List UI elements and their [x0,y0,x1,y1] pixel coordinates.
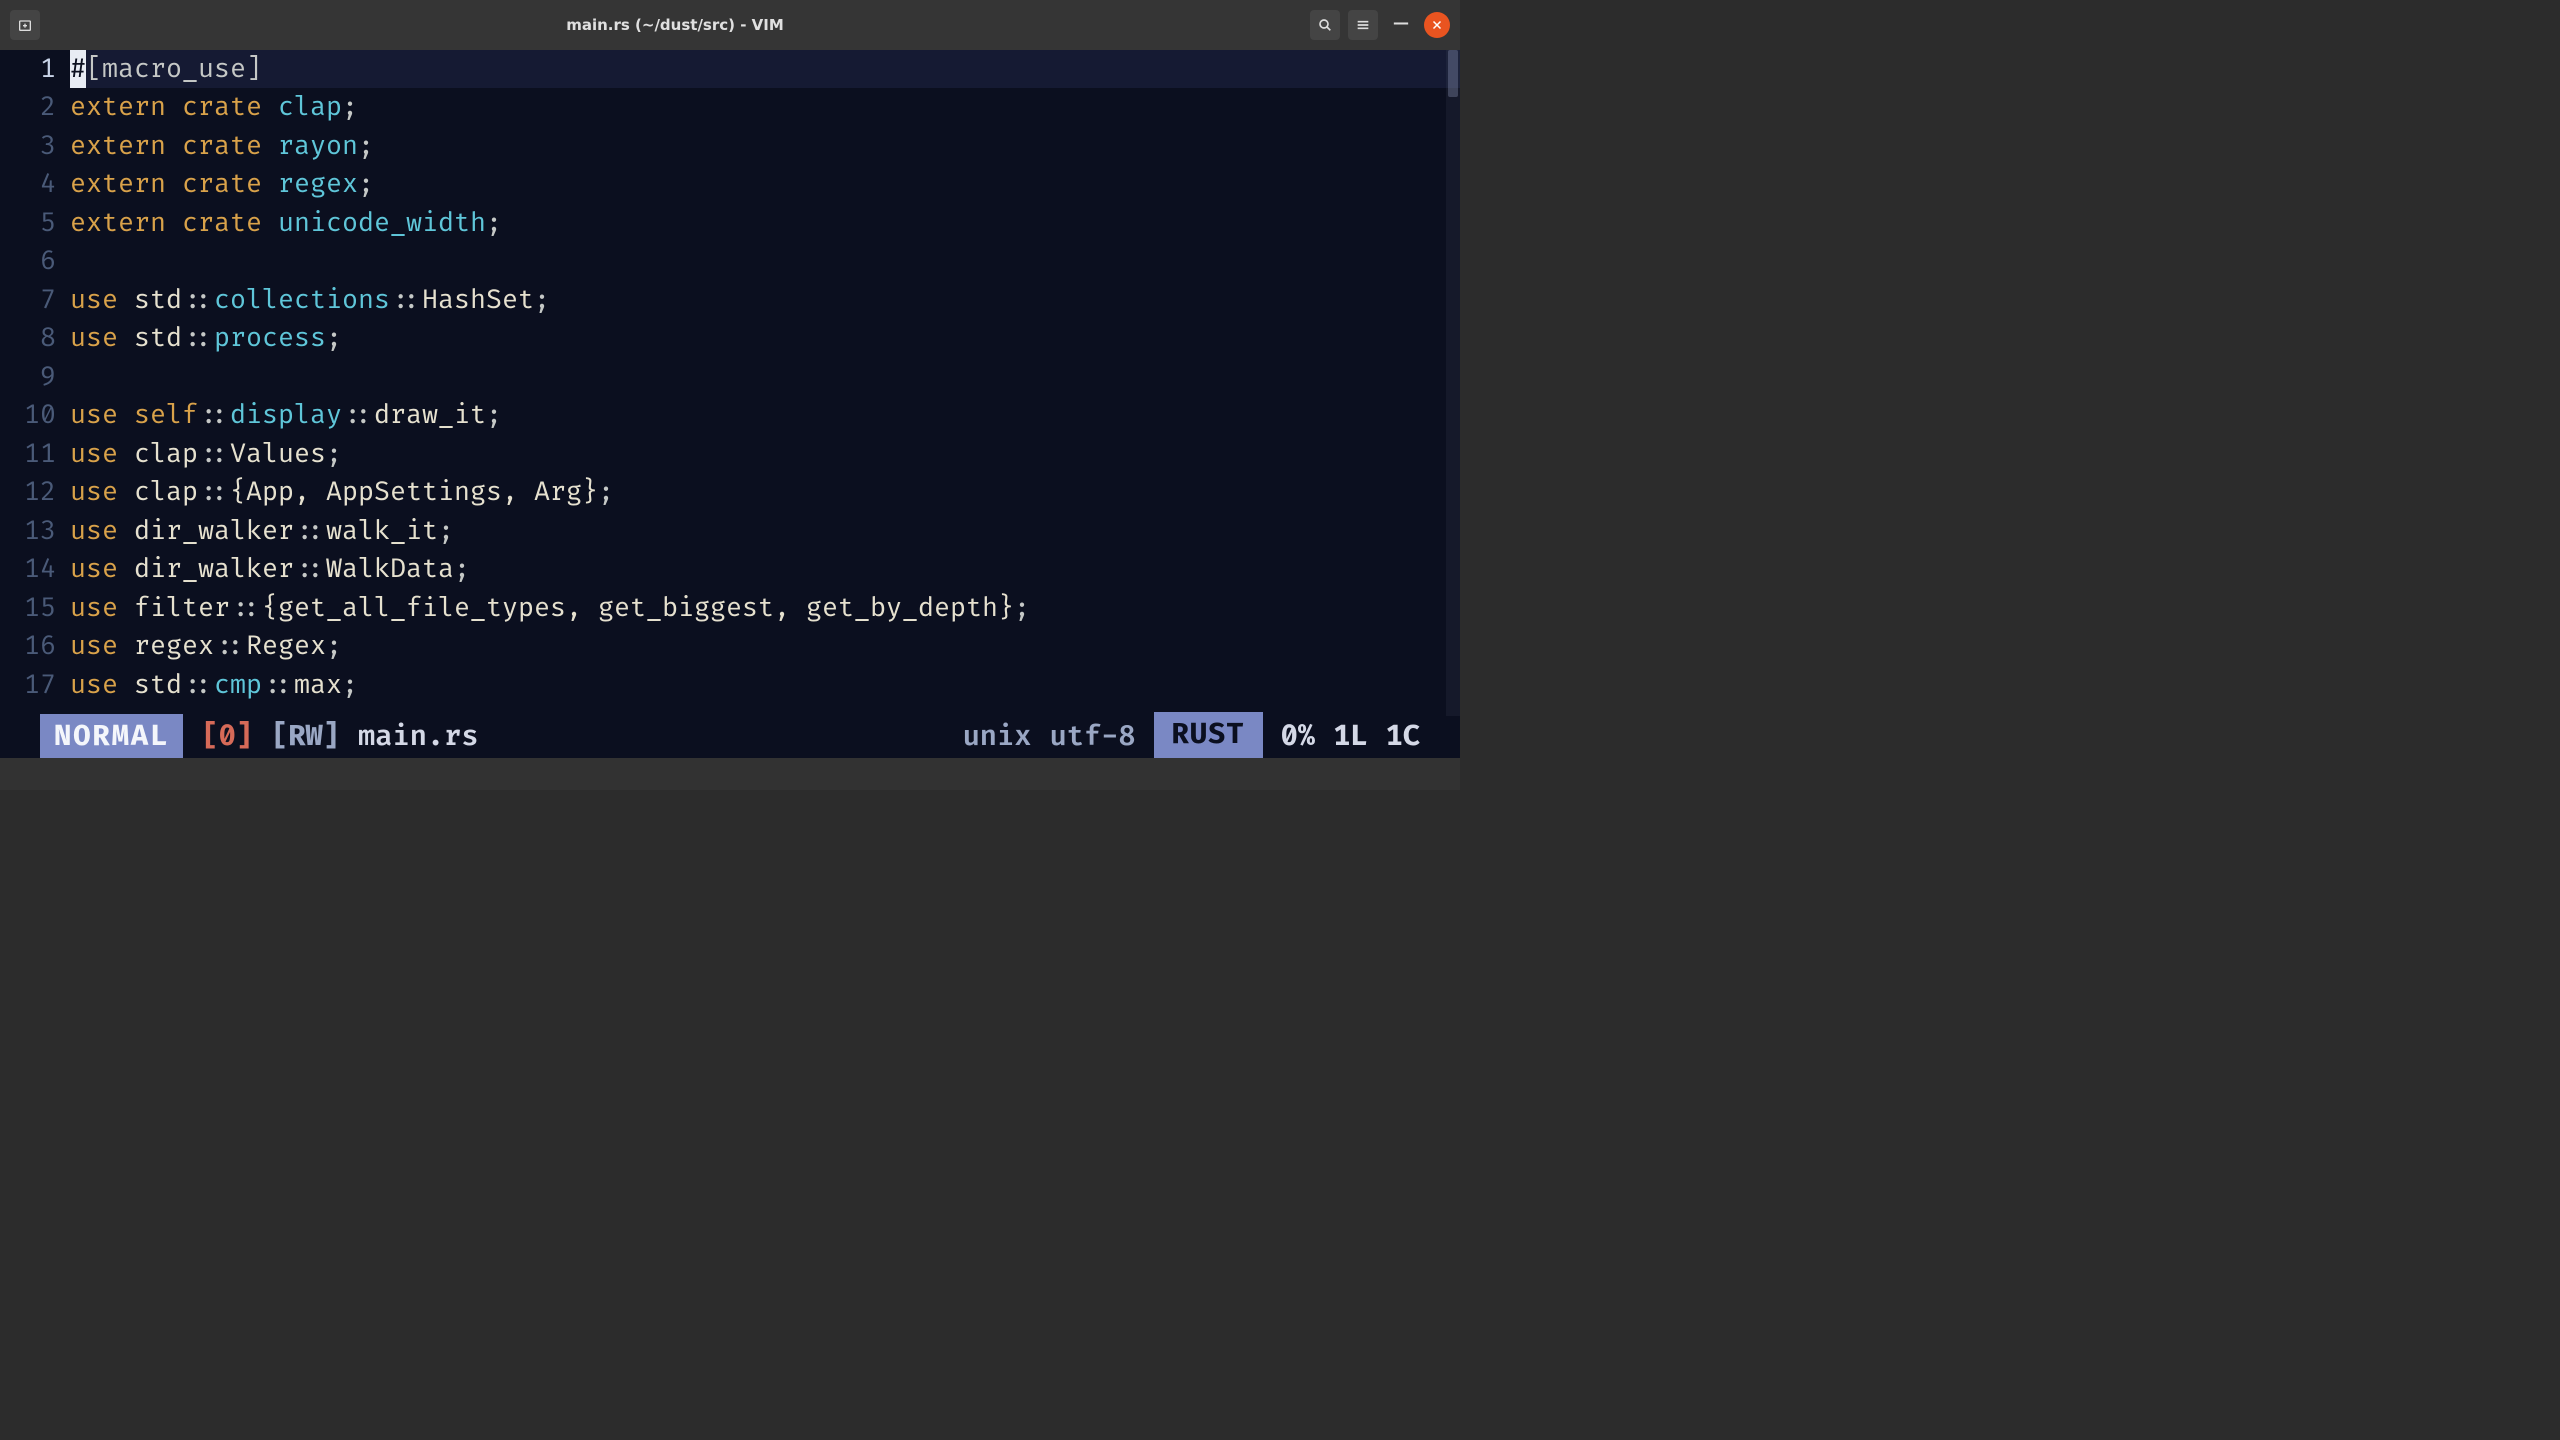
new-tab-button[interactable] [10,10,40,40]
code-line[interactable]: use dir_walker::WalkData; [70,550,1460,588]
menu-button[interactable] [1348,10,1378,40]
sl-col: 1C [1386,716,1420,757]
line-number: 16 [0,627,56,665]
code-line[interactable] [70,242,1460,280]
minimize-button[interactable]: — [1386,10,1416,40]
code-line[interactable]: extern crate rayon; [70,127,1460,165]
line-number: 5 [0,204,56,242]
line-number: 17 [0,666,56,704]
editor-area[interactable]: 1234567891011121314151617 #[macro_use]ex… [0,50,1460,758]
code-line[interactable]: extern crate clap; [70,88,1460,126]
code-line[interactable]: use dir_walker::walk_it; [70,512,1460,550]
sl-encoding: utf-8 [1050,716,1136,757]
line-number: 6 [0,242,56,280]
line-number: 10 [0,396,56,434]
vim-window: main.rs (~/dust/src) - VIM — 12345678 [0,0,1460,790]
sl-line: 1L [1333,716,1367,757]
vertical-scrollbar[interactable] [1446,50,1460,716]
line-number: 12 [0,473,56,511]
code-line[interactable] [70,358,1460,396]
code-line[interactable]: extern crate regex; [70,165,1460,203]
code-line[interactable]: use clap::{App, AppSettings, Arg}; [70,473,1460,511]
desktop-background-strip [0,758,1460,790]
sl-filetype: RUST [1154,712,1263,758]
window-title: main.rs (~/dust/src) - VIM [48,16,1302,34]
sl-percent: 0% [1281,716,1315,757]
close-button[interactable] [1424,12,1450,38]
sl-fileformat: unix [963,716,1032,757]
code-line[interactable]: use self::display::draw_it; [70,396,1460,434]
code-line[interactable]: extern crate unicode_width; [70,204,1460,242]
sl-rw: [RW] [271,716,340,757]
sl-mode: NORMAL [40,714,183,758]
code-line[interactable]: use filter::{get_all_file_types, get_big… [70,589,1460,627]
status-line: NORMAL [0] [RW] main.rs unix utf-8 RUST … [0,716,1460,758]
code-line[interactable]: #[macro_use] [70,50,1460,88]
line-number: 4 [0,165,56,203]
line-number: 9 [0,358,56,396]
line-number: 2 [0,88,56,126]
line-number: 15 [0,589,56,627]
code-line[interactable]: use regex::Regex; [70,627,1460,665]
code-content[interactable]: #[macro_use]extern crate clap;extern cra… [70,50,1460,716]
line-number: 11 [0,435,56,473]
search-button[interactable] [1310,10,1340,40]
code-line[interactable]: use std::collections::HashSet; [70,281,1460,319]
code-line[interactable]: use clap::Values; [70,435,1460,473]
line-number: 13 [0,512,56,550]
line-number-gutter: 1234567891011121314151617 [0,50,70,716]
line-number: 1 [0,50,56,88]
line-number: 8 [0,319,56,357]
sl-count: [0] [201,716,253,757]
code-line[interactable]: use std::process; [70,319,1460,357]
scrollbar-thumb[interactable] [1448,50,1458,97]
line-number: 7 [0,281,56,319]
line-number: 14 [0,550,56,588]
sl-filename: main.rs [358,716,479,757]
line-number: 3 [0,127,56,165]
window-titlebar: main.rs (~/dust/src) - VIM — [0,0,1460,50]
code-line[interactable]: use std::cmp::max; [70,666,1460,704]
